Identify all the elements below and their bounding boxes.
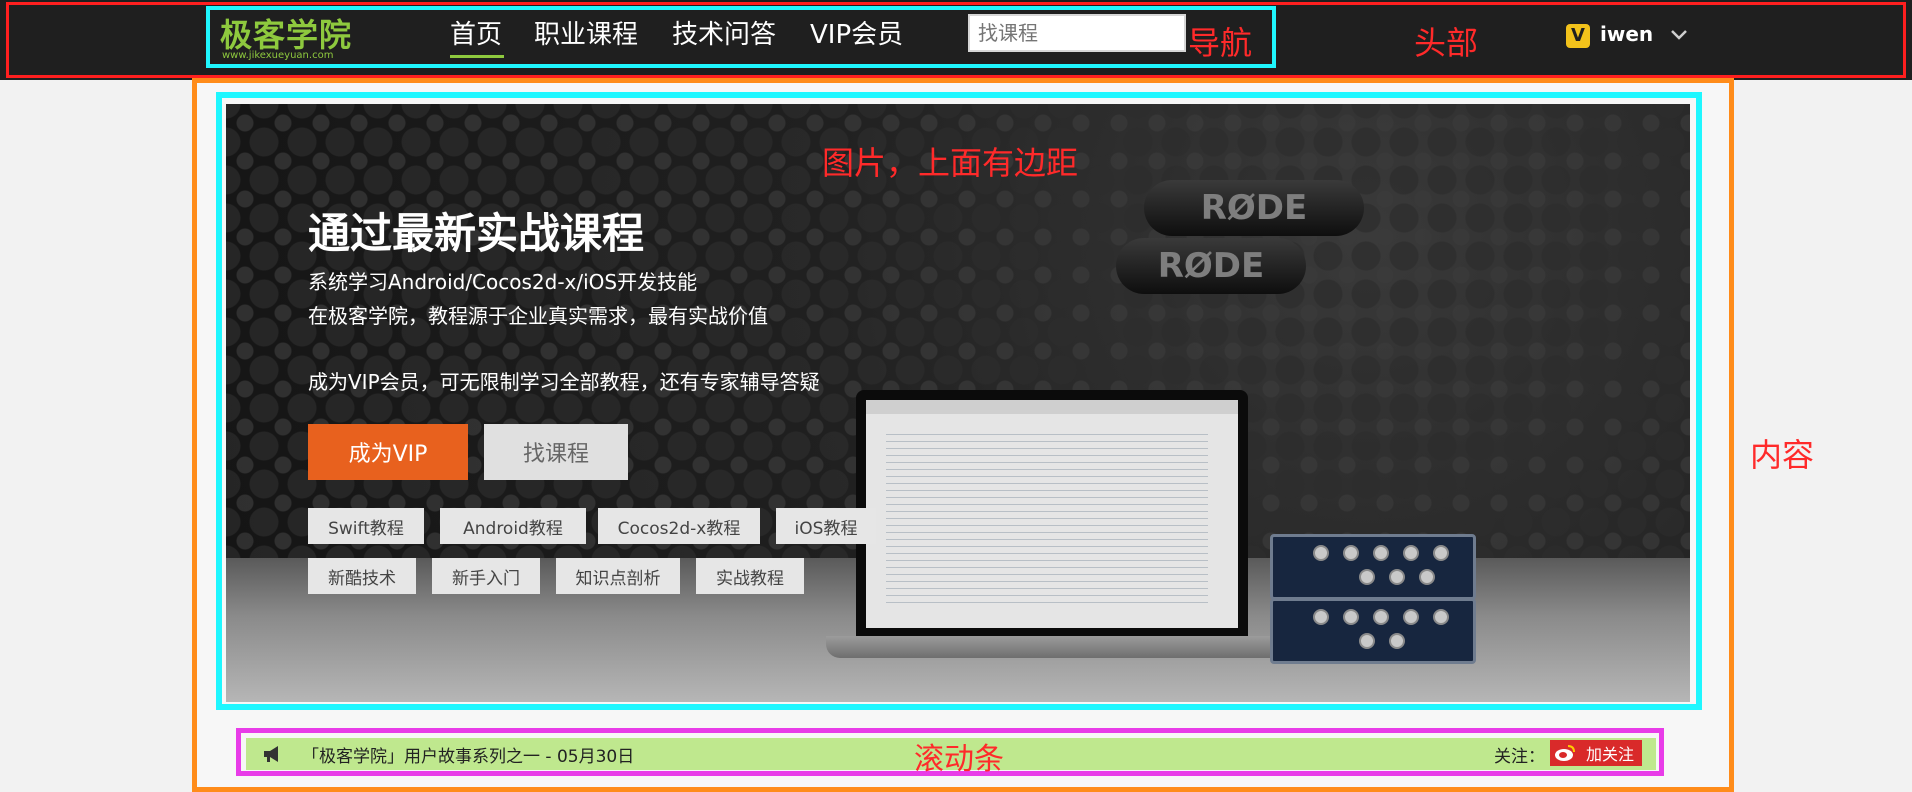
nav-vip[interactable]: VIP会员 [810, 14, 903, 56]
annotation-header: 头部 [1414, 24, 1479, 62]
hero-title: 通过最新实战课程 [308, 209, 645, 258]
hero-subtitle-1: 系统学习Android/Cocos2d-x/iOS开发技能 [308, 270, 698, 294]
ticker-news-item[interactable]: 「极客学院」用户故事系列之一 - 05月30日 [302, 742, 634, 767]
hero-banner[interactable]: RØDE RØDE [226, 104, 1690, 702]
hero-subtitle-2: 在极客学院，教程源于企业真实需求，最有实战价值 [308, 304, 768, 328]
megaphone-icon [264, 746, 278, 762]
tag-new-tech[interactable]: 新酷技术 [308, 558, 416, 594]
username: iwen [1600, 22, 1654, 46]
nav-career-courses[interactable]: 职业课程 [534, 14, 638, 56]
nav-active-indicator [450, 55, 504, 58]
vip-badge-icon: V [1566, 24, 1590, 48]
audio-interface [1270, 598, 1476, 664]
annotation-image: 图片，上面有边距 [822, 144, 1079, 182]
logo-url: www.jikexueyuan.com [222, 50, 334, 61]
nav-home[interactable]: 首页 [450, 14, 502, 56]
tag-beginner[interactable]: 新手入门 [432, 558, 540, 594]
become-vip-button[interactable]: 成为VIP [308, 424, 468, 480]
tag-practical[interactable]: 实战教程 [696, 558, 804, 594]
annotation-ticker: 滚动条 [914, 742, 1004, 777]
follow-button-label: 加关注 [1585, 745, 1634, 764]
tag-android[interactable]: Android教程 [440, 508, 586, 544]
tag-ios[interactable]: iOS教程 [776, 508, 876, 544]
hero-subtitle-3: 成为VIP会员，可无限制学习全部教程，还有专家辅导答疑 [308, 370, 820, 394]
follow-weibo-button[interactable]: 加关注 [1550, 740, 1642, 766]
laptop-screen [856, 390, 1248, 638]
tag-swift[interactable]: Swift教程 [308, 508, 424, 544]
microphone-icon: RØDE [1116, 238, 1306, 294]
audio-interface [1270, 534, 1476, 600]
nav-tech-qa[interactable]: 技术问答 [672, 14, 776, 56]
annotation-content: 内容 [1750, 436, 1815, 474]
laptop-base [826, 636, 1286, 658]
tag-knowledge-points[interactable]: 知识点剖析 [556, 558, 680, 594]
find-course-button[interactable]: 找课程 [484, 424, 628, 480]
weibo-icon [1555, 745, 1575, 761]
chevron-down-icon [1671, 30, 1687, 40]
microphone-icon: RØDE [1144, 180, 1364, 236]
annotation-nav: 导航 [1188, 24, 1253, 62]
tag-cocos2dx[interactable]: Cocos2d-x教程 [598, 508, 760, 544]
logo[interactable]: 极客学院 www.jikexueyuan.com [208, 8, 356, 64]
follow-label: 关注： [1494, 747, 1545, 767]
search-input[interactable] [968, 14, 1186, 52]
